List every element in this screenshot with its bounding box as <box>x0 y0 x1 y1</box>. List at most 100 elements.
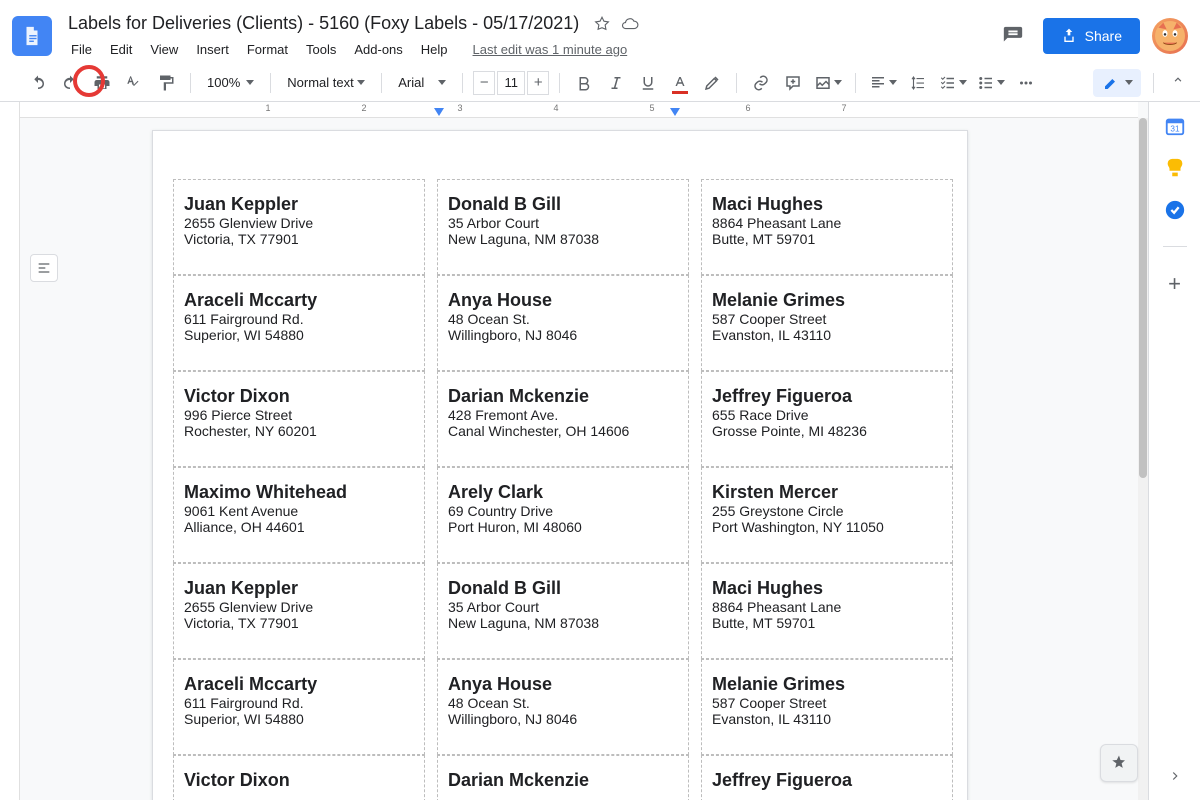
vertical-scrollbar[interactable] <box>1138 118 1148 800</box>
label-cell[interactable]: Juan Keppler2655 Glenview DriveVictoria,… <box>173 563 425 659</box>
document-outline-button[interactable] <box>30 254 58 282</box>
label-address-line1: 611 Fairground Rd. <box>184 311 414 327</box>
comments-history-icon[interactable] <box>995 18 1031 54</box>
explore-button[interactable] <box>1100 744 1138 782</box>
zoom-value: 100% <box>207 75 240 90</box>
ruler-tick: 4 <box>553 103 558 113</box>
label-cell[interactable]: Melanie Grimes587 Cooper StreetEvanston,… <box>701 275 953 371</box>
font-size-increase[interactable]: + <box>527 71 549 95</box>
indent-marker-icon[interactable] <box>670 108 680 116</box>
style-value: Normal text <box>287 75 353 90</box>
undo-button[interactable] <box>24 69 52 97</box>
label-cell[interactable]: Araceli Mccarty611 Fairground Rd.Superio… <box>173 275 425 371</box>
docs-logo-icon[interactable] <box>12 16 52 56</box>
font-dropdown[interactable]: Arial <box>392 75 452 90</box>
label-cell[interactable]: Victor Dixon <box>173 755 425 800</box>
font-size-input[interactable]: 11 <box>497 71 525 95</box>
label-address-line1: 255 Greystone Circle <box>712 503 942 519</box>
label-address-line1: 587 Cooper Street <box>712 311 942 327</box>
label-cell[interactable]: Melanie Grimes587 Cooper StreetEvanston,… <box>701 659 953 755</box>
label-cell[interactable]: Juan Keppler2655 Glenview DriveVictoria,… <box>173 179 425 275</box>
text-color-button[interactable] <box>666 69 694 97</box>
bold-button[interactable] <box>570 69 598 97</box>
separator <box>190 73 191 93</box>
label-cell[interactable]: Araceli Mccarty611 Fairground Rd.Superio… <box>173 659 425 755</box>
menu-edit[interactable]: Edit <box>103 38 139 61</box>
star-icon[interactable] <box>593 15 611 33</box>
underline-button[interactable] <box>634 69 662 97</box>
horizontal-ruler[interactable]: 1 2 3 4 5 6 7 <box>20 102 1138 118</box>
separator <box>1163 246 1187 247</box>
label-address-line2: Superior, WI 54880 <box>184 711 414 727</box>
label-address-line2: Canal Winchester, OH 14606 <box>448 423 678 439</box>
menu-file[interactable]: File <box>64 38 99 61</box>
menu-addons[interactable]: Add-ons <box>347 38 409 61</box>
label-cell[interactable]: Maximo Whitehead9061 Kent AvenueAlliance… <box>173 467 425 563</box>
cloud-status-icon[interactable] <box>621 15 639 33</box>
share-button[interactable]: Share <box>1043 18 1140 54</box>
share-button-label: Share <box>1085 28 1122 44</box>
calendar-addon-icon[interactable]: 31 <box>1163 114 1187 138</box>
separator <box>559 73 560 93</box>
label-name: Maci Hughes <box>712 578 942 599</box>
label-name: Darian Mckenzie <box>448 386 678 407</box>
zoom-dropdown[interactable]: 100% <box>201 75 260 90</box>
align-button[interactable] <box>866 69 900 97</box>
indent-marker-icon[interactable] <box>434 108 444 116</box>
italic-button[interactable] <box>602 69 630 97</box>
label-cell[interactable]: Donald B Gill35 Arbor CourtNew Laguna, N… <box>437 179 689 275</box>
menu-view[interactable]: View <box>143 38 185 61</box>
label-cell[interactable]: Donald B Gill35 Arbor CourtNew Laguna, N… <box>437 563 689 659</box>
document-title[interactable]: Labels for Deliveries (Clients) - 5160 (… <box>64 11 583 36</box>
label-name: Melanie Grimes <box>712 674 942 695</box>
font-size-decrease[interactable]: − <box>473 71 495 95</box>
insert-link-button[interactable] <box>747 69 775 97</box>
insert-image-button[interactable] <box>811 69 845 97</box>
label-name: Melanie Grimes <box>712 290 942 311</box>
editing-mode-button[interactable] <box>1093 69 1141 97</box>
checklist-button[interactable] <box>936 69 970 97</box>
label-address-line2: New Laguna, NM 87038 <box>448 615 678 631</box>
label-cell[interactable]: Anya House48 Ocean St.Willingboro, NJ 80… <box>437 275 689 371</box>
print-button[interactable] <box>88 69 116 97</box>
bulleted-list-button[interactable] <box>974 69 1008 97</box>
keep-addon-icon[interactable] <box>1163 156 1187 180</box>
scrollbar-thumb[interactable] <box>1139 118 1147 478</box>
side-panel: 31 + <box>1148 102 1200 800</box>
paragraph-style-dropdown[interactable]: Normal text <box>281 75 371 90</box>
label-cell[interactable]: Darian Mckenzie428 Fremont Ave.Canal Win… <box>437 371 689 467</box>
last-edit-link[interactable]: Last edit was 1 minute ago <box>465 38 636 61</box>
collapse-sidepanel-button[interactable] <box>1168 769 1182 788</box>
more-toolbar-button[interactable] <box>1012 69 1040 97</box>
insert-comment-button[interactable] <box>779 69 807 97</box>
label-address-line2: Willingboro, NJ 8046 <box>448 711 678 727</box>
tasks-addon-icon[interactable] <box>1163 198 1187 222</box>
menu-bar: File Edit View Insert Format Tools Add-o… <box>64 38 995 61</box>
label-cell[interactable]: Darian Mckenzie <box>437 755 689 800</box>
label-cell[interactable]: Victor Dixon996 Pierce StreetRochester, … <box>173 371 425 467</box>
menu-tools[interactable]: Tools <box>299 38 343 61</box>
label-cell[interactable]: Maci Hughes8864 Pheasant LaneButte, MT 5… <box>701 563 953 659</box>
menu-format[interactable]: Format <box>240 38 295 61</box>
account-avatar[interactable] <box>1152 18 1188 54</box>
document-page[interactable]: Juan Keppler2655 Glenview DriveVictoria,… <box>152 130 968 800</box>
hide-menus-button[interactable] <box>1166 73 1190 92</box>
spellcheck-button[interactable] <box>120 69 148 97</box>
menu-insert[interactable]: Insert <box>189 38 236 61</box>
line-spacing-button[interactable] <box>904 69 932 97</box>
ruler-tick: 1 <box>265 103 270 113</box>
redo-button[interactable] <box>56 69 84 97</box>
label-cell[interactable]: Kirsten Mercer255 Greystone CirclePort W… <box>701 467 953 563</box>
label-address-line1: 8864 Pheasant Lane <box>712 215 942 231</box>
vertical-ruler[interactable] <box>0 102 20 800</box>
paint-format-button[interactable] <box>152 69 180 97</box>
separator <box>381 73 382 93</box>
label-cell[interactable]: Jeffrey Figueroa655 Race DriveGrosse Poi… <box>701 371 953 467</box>
label-cell[interactable]: Anya House48 Ocean St.Willingboro, NJ 80… <box>437 659 689 755</box>
label-cell[interactable]: Jeffrey Figueroa <box>701 755 953 800</box>
label-cell[interactable]: Arely Clark69 Country DrivePort Huron, M… <box>437 467 689 563</box>
label-cell[interactable]: Maci Hughes8864 Pheasant LaneButte, MT 5… <box>701 179 953 275</box>
get-addons-button[interactable]: + <box>1168 271 1181 297</box>
highlight-color-button[interactable] <box>698 69 726 97</box>
menu-help[interactable]: Help <box>414 38 455 61</box>
